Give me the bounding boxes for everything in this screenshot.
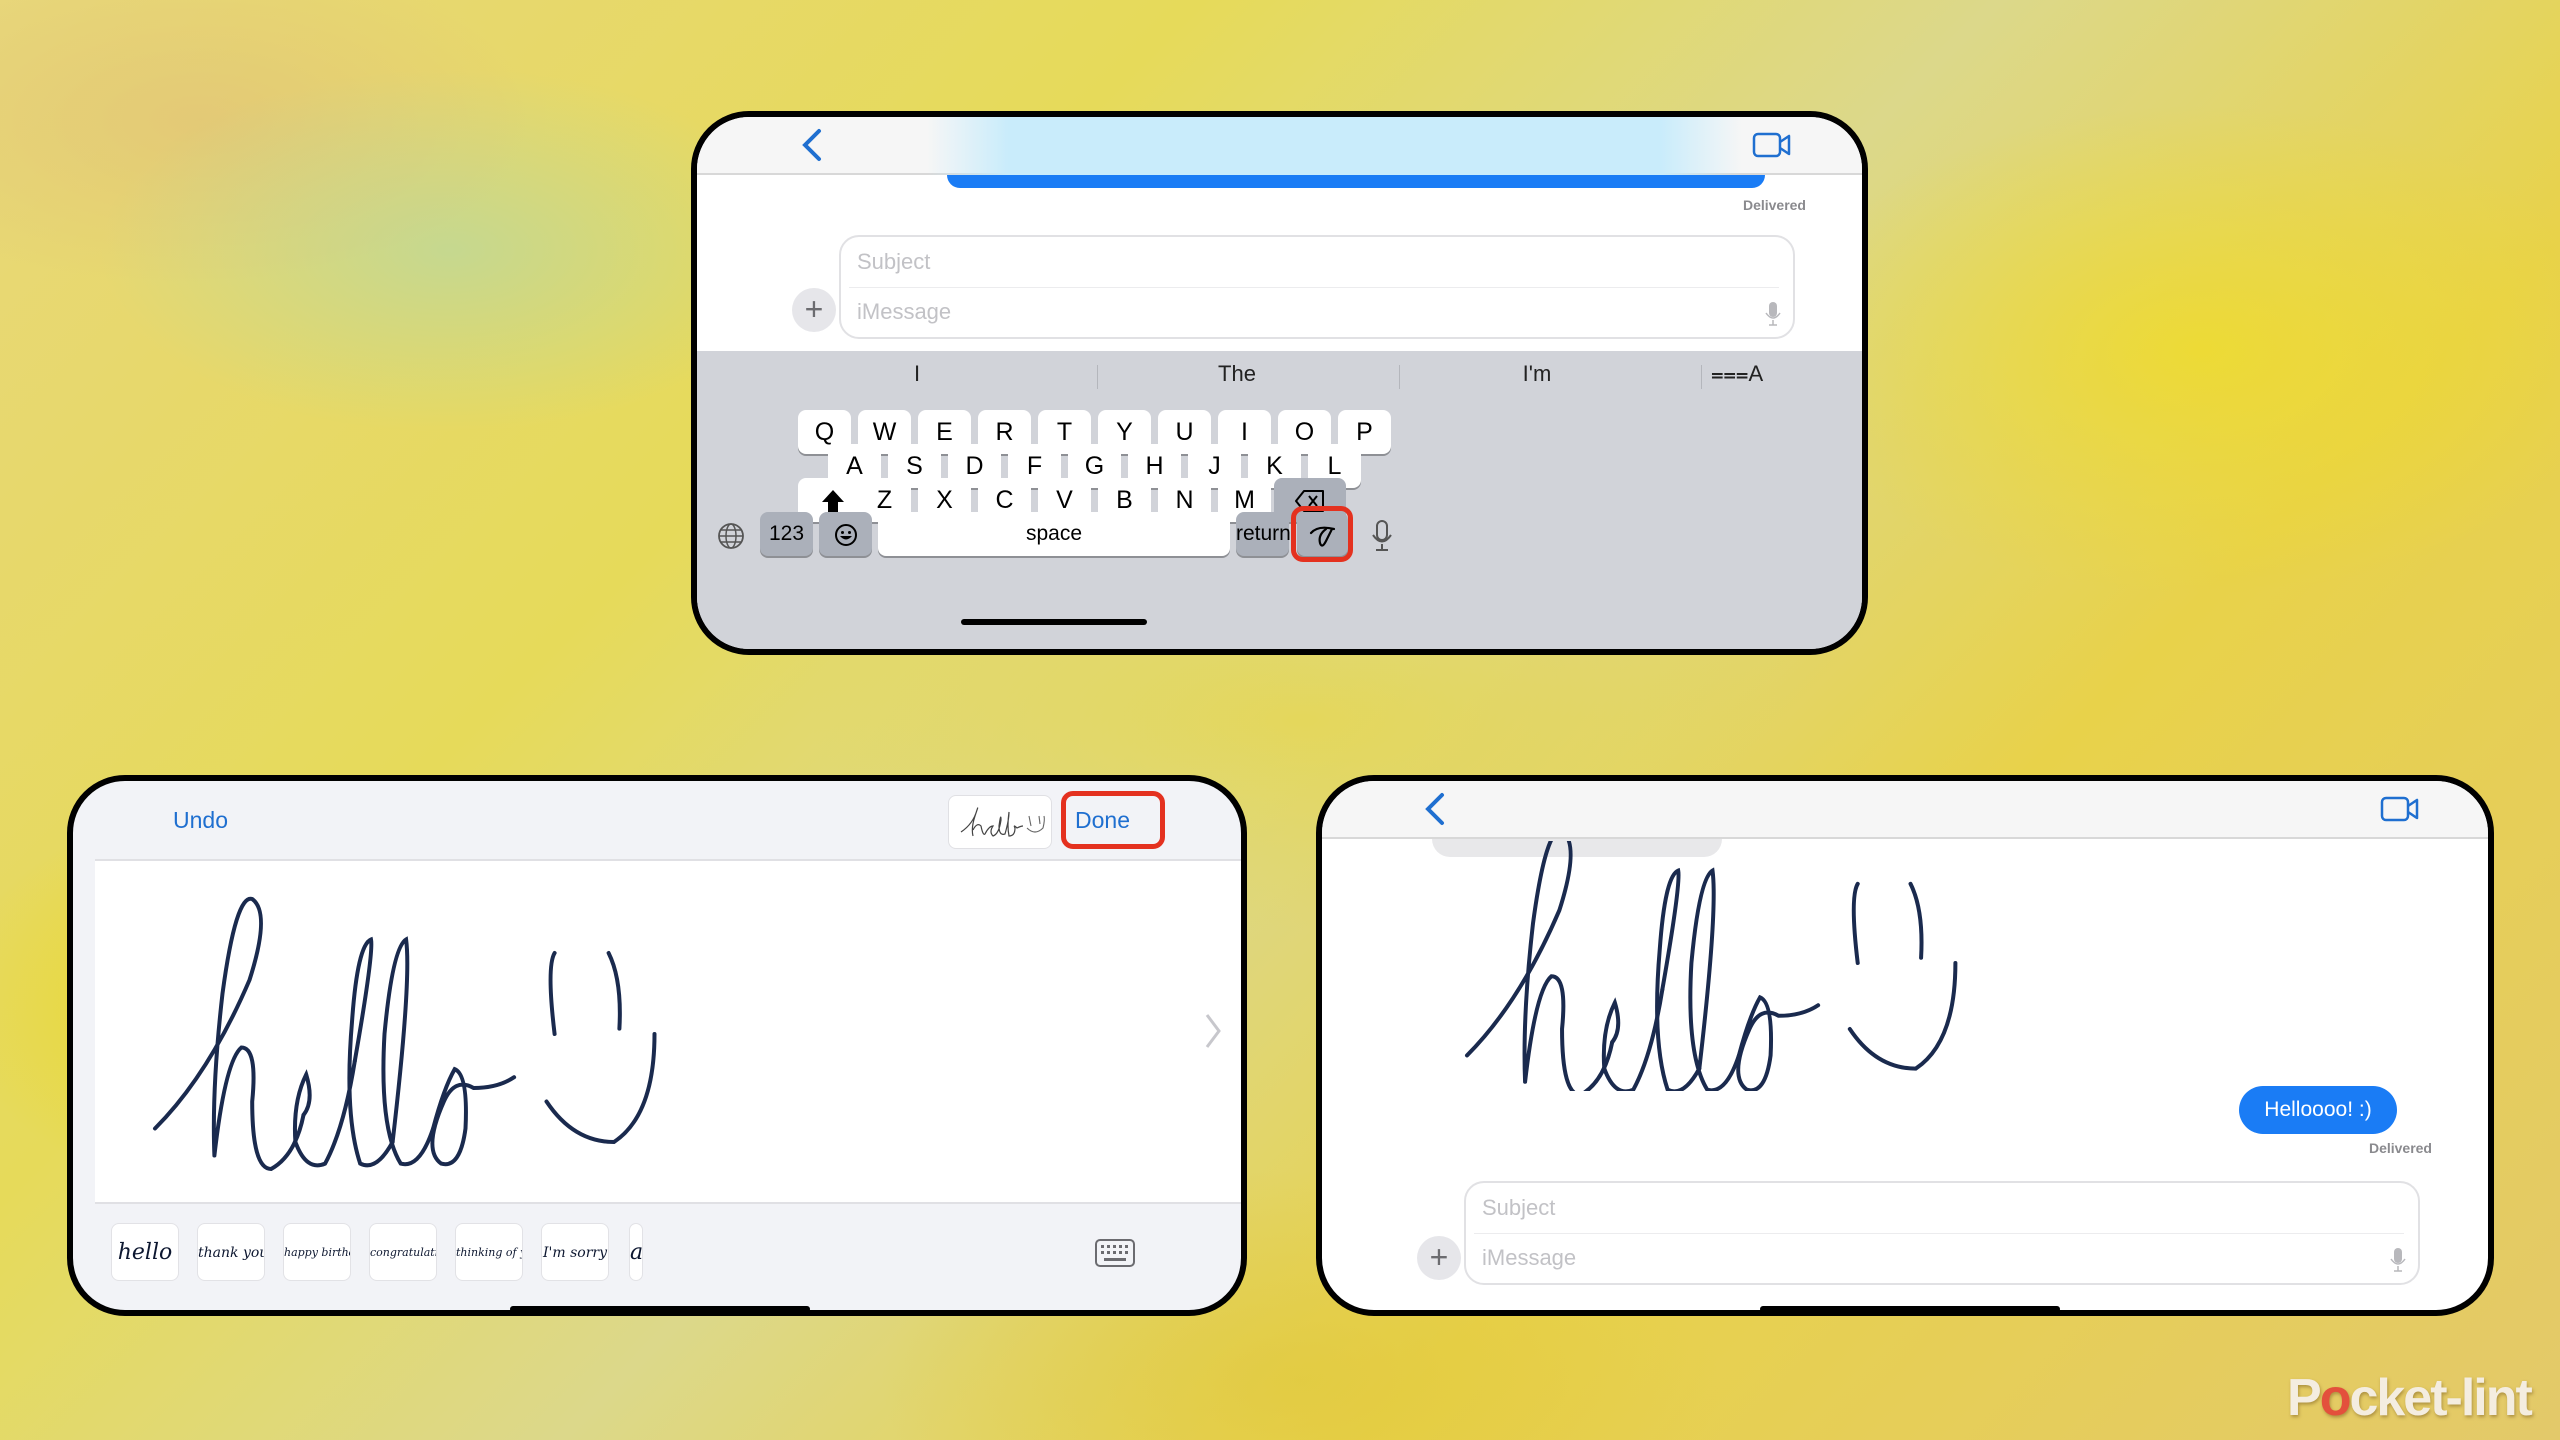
ink-stroke-letter-o [430,1066,517,1167]
emoji-key[interactable] [819,512,872,556]
phrase-chip[interactable]: thinking of you [455,1223,523,1281]
message-input[interactable]: iMessage [857,299,951,325]
undo-button[interactable]: Undo [173,807,228,834]
emoji-icon [834,524,857,547]
ink-stroke-letter-l1 [1655,867,1702,1091]
numbers-key[interactable]: 123 [760,512,813,556]
ink-stroke-letter-l2 [381,936,436,1167]
text-format-icon[interactable]: ⩶A [1707,361,1767,391]
ink-stroke-letter-o [1736,994,1821,1091]
handwriting-preview [948,795,1052,849]
chevron-left-icon[interactable] [1420,791,1450,827]
add-attachment-button[interactable]: + [792,288,836,332]
handwriting-key-highlight [1291,506,1353,562]
messages-sent-screen: Helloooo! :) Delivered + Subject iMessag… [1316,775,2494,1316]
add-attachment-button[interactable]: + [1417,1236,1461,1280]
ink-stroke-letter-e [293,1059,357,1168]
ink-stroke-letter-h [1465,841,1615,1091]
globe-icon[interactable] [717,522,745,550]
home-indicator[interactable] [961,619,1147,625]
sent-message-bubble [947,175,1765,188]
mic-icon[interactable] [1765,301,1781,327]
ink-stroke-smile-eye-left [548,951,557,1037]
home-indicator[interactable] [510,1306,810,1310]
keyboard: I The I'm ⩶A QWERTYUIOP ASDFGHJKL ZXCVBN… [697,351,1862,649]
handwriting-input-screen: Undo Done hellothank youhappy birthdayco… [67,775,1247,1316]
prediction-1[interactable]: I [847,361,987,391]
handwriting-preview-drawing [960,807,1045,837]
video-camera-icon[interactable] [2380,795,2420,823]
keyboard-icon[interactable] [1095,1239,1135,1267]
shift-icon [822,490,844,513]
delivered-status: Delivered [2368,1140,2432,1156]
phrase-chip[interactable]: a [629,1223,643,1281]
chevron-right-icon[interactable] [1203,1011,1223,1051]
ink-stroke-smile-mouth [544,1032,657,1145]
nav-bar [697,117,1862,175]
compose-field[interactable]: Subject iMessage [1464,1181,2420,1285]
handwriting-drawing [153,896,657,1172]
video-camera-icon[interactable] [1752,131,1792,159]
phrase-chip[interactable]: thank you [197,1223,265,1281]
handwriting-canvas[interactable] [95,859,1241,1204]
message-input[interactable]: iMessage [1482,1245,1576,1271]
dictation-mic-icon[interactable] [1371,520,1393,552]
ink-stroke-smile-eye-right [1908,881,1924,960]
prediction-3[interactable]: I'm [1417,361,1657,391]
mic-icon[interactable] [2390,1247,2406,1273]
compose-field[interactable]: Subject iMessage [839,235,1795,339]
handwritten-message [1465,841,1958,1091]
ink-stroke-smile-eye-right [606,951,622,1031]
home-indicator[interactable] [1760,1306,2060,1310]
sent-message-bubble: Helloooo! :) [2239,1086,2397,1134]
phrase-chip[interactable]: happy birthday [283,1223,351,1281]
ink-stroke-smile-eye-left [1851,881,1860,966]
subject-input[interactable]: Subject [857,249,930,275]
ink-stroke-smile-mouth [1847,961,1958,1071]
phrase-chip[interactable]: I'm sorry [541,1223,609,1281]
space-key[interactable]: space [878,512,1230,556]
return-key[interactable]: return [1236,512,1291,556]
top-phone-keyboard-screen: Delivered + Subject iMessage I The I'm ⩶… [691,111,1868,655]
chevron-left-icon[interactable] [797,127,827,163]
delivered-status: Delivered [1742,197,1806,213]
phrase-chip[interactable]: hello [111,1223,179,1281]
subject-input[interactable]: Subject [1482,1195,1555,1221]
pocket-lint-watermark: Pocket-lint [2287,1369,2533,1427]
ink-stroke-letter-l1 [347,936,395,1168]
prediction-2[interactable]: The [1117,361,1357,391]
ink-stroke-letter-l2 [1688,867,1741,1091]
ink-stroke-letter-h [153,896,306,1172]
ink-stroke-letter-e [1601,987,1665,1091]
phrase-chip[interactable]: congratulations [369,1223,437,1281]
nav-bar [1322,781,2488,839]
done-button-highlight [1061,791,1165,849]
